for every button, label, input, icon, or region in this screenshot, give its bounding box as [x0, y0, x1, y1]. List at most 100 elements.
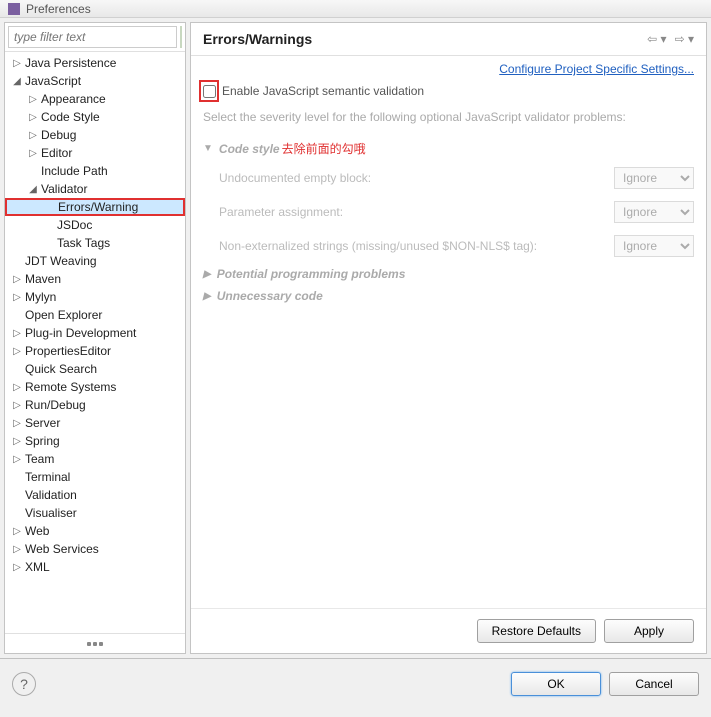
ok-button[interactable]: OK	[511, 672, 601, 696]
preferences-tree[interactable]: ▷Java Persistence◢JavaScript▷Appearance▷…	[5, 52, 185, 633]
expander-icon[interactable]: ▷	[11, 561, 23, 573]
tree-item-label: Task Tags	[57, 236, 110, 250]
tree-item[interactable]: ▷Remote Systems	[5, 378, 185, 396]
expander-icon[interactable]: ◢	[27, 183, 39, 195]
option-label: Parameter assignment:	[219, 205, 343, 219]
tree-item[interactable]: ◢JavaScript	[5, 72, 185, 90]
tree-item[interactable]: ▷Java Persistence	[5, 54, 185, 72]
tree-item-label: Mylyn	[25, 290, 56, 304]
apply-button[interactable]: Apply	[604, 619, 694, 643]
severity-select[interactable]: Ignore	[614, 235, 694, 257]
expander-icon[interactable]: ▷	[11, 381, 23, 393]
tree-item-label: JavaScript	[25, 74, 81, 88]
expander-icon[interactable]: ▷	[27, 147, 39, 159]
tree-item[interactable]: ▷Code Style	[5, 108, 185, 126]
view-menu-button[interactable]	[5, 633, 185, 653]
expander-icon[interactable]: ▷	[11, 399, 23, 411]
expander-icon[interactable]: ▷	[11, 435, 23, 447]
page-title: Errors/Warnings	[203, 31, 312, 47]
tree-item[interactable]: ▷Errors/Warning	[5, 198, 185, 216]
option-label: Non-externalized strings (missing/unused…	[219, 239, 537, 253]
severity-select[interactable]: Ignore	[614, 167, 694, 189]
expander-icon[interactable]: ▷	[11, 273, 23, 285]
tree-item-label: Validation	[25, 488, 77, 502]
tree-item[interactable]: ▷Appearance	[5, 90, 185, 108]
tree-item[interactable]: ▷Task Tags	[5, 234, 185, 252]
expander-icon[interactable]: ▷	[11, 543, 23, 555]
expander-icon[interactable]: ▷	[27, 129, 39, 141]
footer: ? OK Cancel	[0, 658, 711, 708]
tree-item[interactable]: ▷Web	[5, 522, 185, 540]
expand-right-icon: ▶	[203, 269, 211, 280]
tree-item-label: Remote Systems	[25, 380, 116, 394]
clear-filter-button[interactable]	[180, 26, 182, 48]
tree-item-label: Editor	[41, 146, 72, 160]
tree-item[interactable]: ▷Web Services	[5, 540, 185, 558]
tree-item[interactable]: ▷Run/Debug	[5, 396, 185, 414]
tree-item[interactable]: ▷JSDoc	[5, 216, 185, 234]
tree-item[interactable]: ▷Debug	[5, 126, 185, 144]
tree-item[interactable]: ▷XML	[5, 558, 185, 576]
tree-item[interactable]: ▷Open Explorer	[5, 306, 185, 324]
unnecessary-code-section[interactable]: ▶ Unnecessary code	[203, 285, 694, 307]
tree-item-label: Include Path	[41, 164, 108, 178]
enable-validation-checkbox[interactable]	[203, 85, 216, 98]
help-button[interactable]: ?	[12, 672, 36, 696]
expander-icon[interactable]: ▷	[11, 453, 23, 465]
tree-item-label: Server	[25, 416, 60, 430]
configure-project-link[interactable]: Configure Project Specific Settings...	[499, 62, 694, 76]
option-row: Parameter assignment: Ignore	[203, 195, 694, 229]
tree-item[interactable]: ▷Maven	[5, 270, 185, 288]
tree-item[interactable]: ▷Validation	[5, 486, 185, 504]
code-style-section[interactable]: ▼ Code style 去除前面的勾哦	[203, 136, 694, 161]
filter-input[interactable]	[8, 26, 177, 48]
tree-item-label: Quick Search	[25, 362, 97, 376]
restore-defaults-button[interactable]: Restore Defaults	[477, 619, 596, 643]
tree-item-label: Validator	[41, 182, 87, 196]
tree-item-label: Java Persistence	[25, 56, 116, 70]
expander-icon[interactable]: ▷	[11, 345, 23, 357]
tree-item-label: XML	[25, 560, 50, 574]
tree-item[interactable]: ▷Include Path	[5, 162, 185, 180]
tree-item[interactable]: ▷Editor	[5, 144, 185, 162]
back-button[interactable]: ⇦ ▾	[647, 32, 666, 46]
severity-select[interactable]: Ignore	[614, 201, 694, 223]
tree-item[interactable]: ▷PropertiesEditor	[5, 342, 185, 360]
expander-icon[interactable]: ▷	[27, 93, 39, 105]
option-label: Undocumented empty block:	[219, 171, 371, 185]
tree-item[interactable]: ▷Terminal	[5, 468, 185, 486]
annotation-text: 去除前面的勾哦	[282, 140, 366, 157]
tree-item[interactable]: ▷Plug-in Development	[5, 324, 185, 342]
expander-icon[interactable]: ▷	[27, 111, 39, 123]
titlebar: Preferences	[0, 0, 711, 18]
expander-icon[interactable]: ▷	[11, 327, 23, 339]
tree-item[interactable]: ▷Quick Search	[5, 360, 185, 378]
window-title: Preferences	[26, 2, 91, 16]
option-row: Undocumented empty block: Ignore	[203, 161, 694, 195]
tree-item-label: Run/Debug	[25, 398, 86, 412]
section-label: Code style	[219, 142, 280, 156]
tree-item-label: Terminal	[25, 470, 70, 484]
expander-icon[interactable]: ▷	[11, 525, 23, 537]
potential-problems-section[interactable]: ▶ Potential programming problems	[203, 263, 694, 285]
cancel-button[interactable]: Cancel	[609, 672, 699, 696]
expander-icon[interactable]: ◢	[11, 75, 23, 87]
tree-item-label: Visualiser	[25, 506, 77, 520]
expand-down-icon: ▼	[203, 143, 213, 154]
option-row: Non-externalized strings (missing/unused…	[203, 229, 694, 263]
tree-item-label: Appearance	[41, 92, 106, 106]
tree-item[interactable]: ▷Visualiser	[5, 504, 185, 522]
tree-item[interactable]: ◢Validator	[5, 180, 185, 198]
tree-item[interactable]: ▷Mylyn	[5, 288, 185, 306]
tree-item[interactable]: ▷Spring	[5, 432, 185, 450]
forward-button[interactable]: ⇨ ▾	[675, 32, 694, 46]
expander-icon[interactable]: ▷	[11, 291, 23, 303]
description-text: Select the severity level for the follow…	[191, 102, 706, 132]
tree-item[interactable]: ▷JDT Weaving	[5, 252, 185, 270]
tree-item-label: Spring	[25, 434, 60, 448]
tree-item[interactable]: ▷Server	[5, 414, 185, 432]
expander-icon[interactable]: ▷	[11, 417, 23, 429]
tree-item[interactable]: ▷Team	[5, 450, 185, 468]
expander-icon[interactable]: ▷	[11, 57, 23, 69]
tree-item-label: Web	[25, 524, 49, 538]
